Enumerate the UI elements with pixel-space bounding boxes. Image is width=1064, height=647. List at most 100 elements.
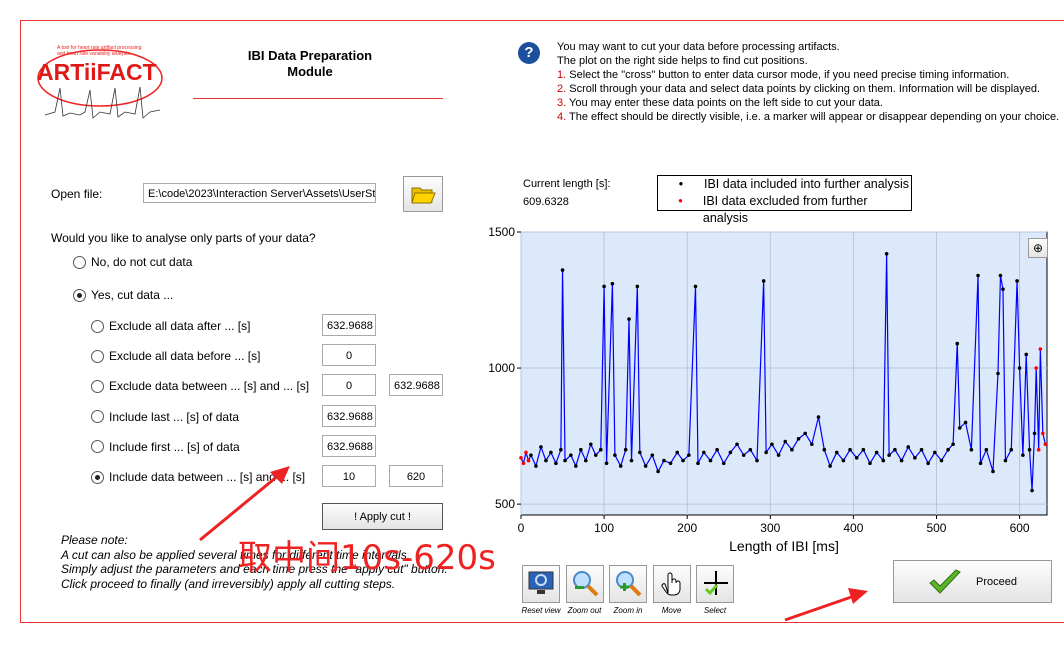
included-point xyxy=(721,461,726,466)
included-point xyxy=(629,458,634,463)
proceed-button[interactable]: Proceed xyxy=(893,560,1052,603)
folder-open-icon xyxy=(411,187,436,204)
radio-cut-option[interactable]: Exclude data between ... [s] and ... [s] xyxy=(91,379,309,393)
x-tick-label: 0 xyxy=(518,521,525,535)
included-point xyxy=(1003,458,1008,463)
included-point xyxy=(1001,287,1005,291)
x-tick-label: 400 xyxy=(843,521,863,535)
cut-value-1-input[interactable]: 0 xyxy=(322,374,376,397)
title-divider xyxy=(193,98,443,99)
cut-value-1-input[interactable]: 632.9688 xyxy=(322,404,376,427)
x-tick-label: 200 xyxy=(677,521,697,535)
cut-value-1-input[interactable]: 10 xyxy=(322,465,376,487)
included-point xyxy=(708,458,713,463)
radio-button[interactable] xyxy=(73,255,86,269)
monitor-reset-icon xyxy=(527,570,555,599)
included-point xyxy=(574,464,578,468)
radio-button[interactable] xyxy=(91,470,104,484)
x-axis-label: Length of IBI [ms] xyxy=(729,538,839,554)
included-point xyxy=(593,453,598,457)
tool-label: Select xyxy=(703,606,727,615)
open-file-label: Open file: xyxy=(51,187,103,201)
radio-button[interactable] xyxy=(91,410,104,424)
radio-button[interactable] xyxy=(91,440,104,454)
instructions: You may want to cut your data before pro… xyxy=(557,40,1059,124)
zoom-in-button[interactable] xyxy=(609,565,647,603)
included-point xyxy=(643,464,648,468)
included-point xyxy=(776,453,781,457)
select-button[interactable] xyxy=(696,565,734,603)
info-line: You may want to cut your data before pro… xyxy=(557,41,840,53)
radio-cut-option[interactable]: Exclude all data before ... [s] xyxy=(91,349,260,363)
included-point xyxy=(834,450,839,455)
x-tick-label: 600 xyxy=(1010,521,1030,535)
included-point xyxy=(650,453,655,457)
included-point xyxy=(656,469,660,474)
radio-cut-option[interactable]: Include last ... [s] of data xyxy=(91,410,239,424)
included-point xyxy=(681,458,685,463)
included-point xyxy=(559,447,563,452)
excluded-point xyxy=(1043,442,1048,447)
chart-zoom-in-icon[interactable]: ⊕ xyxy=(1028,238,1048,258)
radio-button[interactable] xyxy=(91,349,104,363)
radio-label: No, do not cut data xyxy=(91,255,193,269)
move-button[interactable] xyxy=(652,565,691,603)
ibi-chart[interactable]: 0 100 200 300 400 500 600 500 1000 1500 Length of … xyxy=(480,220,1064,560)
radio-cut-option[interactable]: Exclude all data after ... [s] xyxy=(91,319,250,333)
x-tick-label: 100 xyxy=(594,521,614,535)
radio-button[interactable] xyxy=(73,288,86,302)
included-point xyxy=(884,251,889,256)
excluded-point xyxy=(1034,366,1038,370)
included-point xyxy=(874,450,879,455)
included-point xyxy=(978,461,983,466)
radio-main-option[interactable]: Yes, cut data ... xyxy=(73,288,173,302)
included-point xyxy=(623,447,628,452)
included-point xyxy=(675,450,680,455)
file-path-input[interactable]: E:\code\2023\Interaction Server\Assets\U… xyxy=(143,183,376,203)
radio-label: Exclude all data after ... [s] xyxy=(109,319,251,333)
included-point xyxy=(841,458,846,463)
included-point xyxy=(534,464,538,468)
open-file-button[interactable] xyxy=(403,176,443,212)
included-point xyxy=(529,453,533,457)
radio-cut-option[interactable]: Include data between ... [s] and ... [s] xyxy=(91,470,305,484)
excluded-point xyxy=(521,461,526,466)
included-point xyxy=(998,273,1003,278)
included-point xyxy=(1017,366,1022,370)
tool-label: Move xyxy=(661,606,682,615)
tool-label: Zoom in xyxy=(613,606,643,615)
radio-button[interactable] xyxy=(91,379,104,393)
chart-legend: • IBI data included into further analysis… xyxy=(657,175,912,225)
radio-button[interactable] xyxy=(91,319,104,333)
included-point xyxy=(544,458,548,463)
apply-cut-button[interactable]: ! Apply cut ! xyxy=(322,503,443,530)
included-point xyxy=(963,420,968,425)
radio-cut-option[interactable]: Include first ... [s] of data xyxy=(91,440,240,454)
included-point xyxy=(881,458,886,463)
included-point xyxy=(627,317,631,321)
included-point xyxy=(668,461,673,466)
included-point xyxy=(715,447,719,452)
included-point xyxy=(946,447,950,452)
included-point xyxy=(702,450,706,455)
reset-view-button[interactable] xyxy=(522,565,560,603)
radio-label: Include last ... [s] of data xyxy=(109,409,240,424)
tool-label: Zoom out xyxy=(567,606,602,615)
included-point xyxy=(748,447,753,452)
cut-value-1-input[interactable]: 632.9688 xyxy=(322,314,376,336)
cut-value-1-input[interactable]: 632.9688 xyxy=(322,434,376,457)
cut-value-1-input[interactable]: 0 xyxy=(322,344,376,367)
zoom-out-button[interactable] xyxy=(565,565,604,603)
included-point xyxy=(770,442,774,447)
included-point xyxy=(991,469,995,474)
included-point xyxy=(984,447,989,452)
included-point xyxy=(764,450,768,455)
radio-label: Exclude all data before ... [s] xyxy=(109,349,261,364)
frame-border-top xyxy=(20,20,1064,21)
included-point xyxy=(1009,447,1014,452)
included-point xyxy=(569,453,573,457)
included-point xyxy=(955,341,960,346)
radio-main-option[interactable]: No, do not cut data xyxy=(73,255,192,269)
cut-value-2-input[interactable]: 620 xyxy=(389,465,443,487)
cut-value-2-input[interactable]: 632.9688 xyxy=(389,374,443,397)
